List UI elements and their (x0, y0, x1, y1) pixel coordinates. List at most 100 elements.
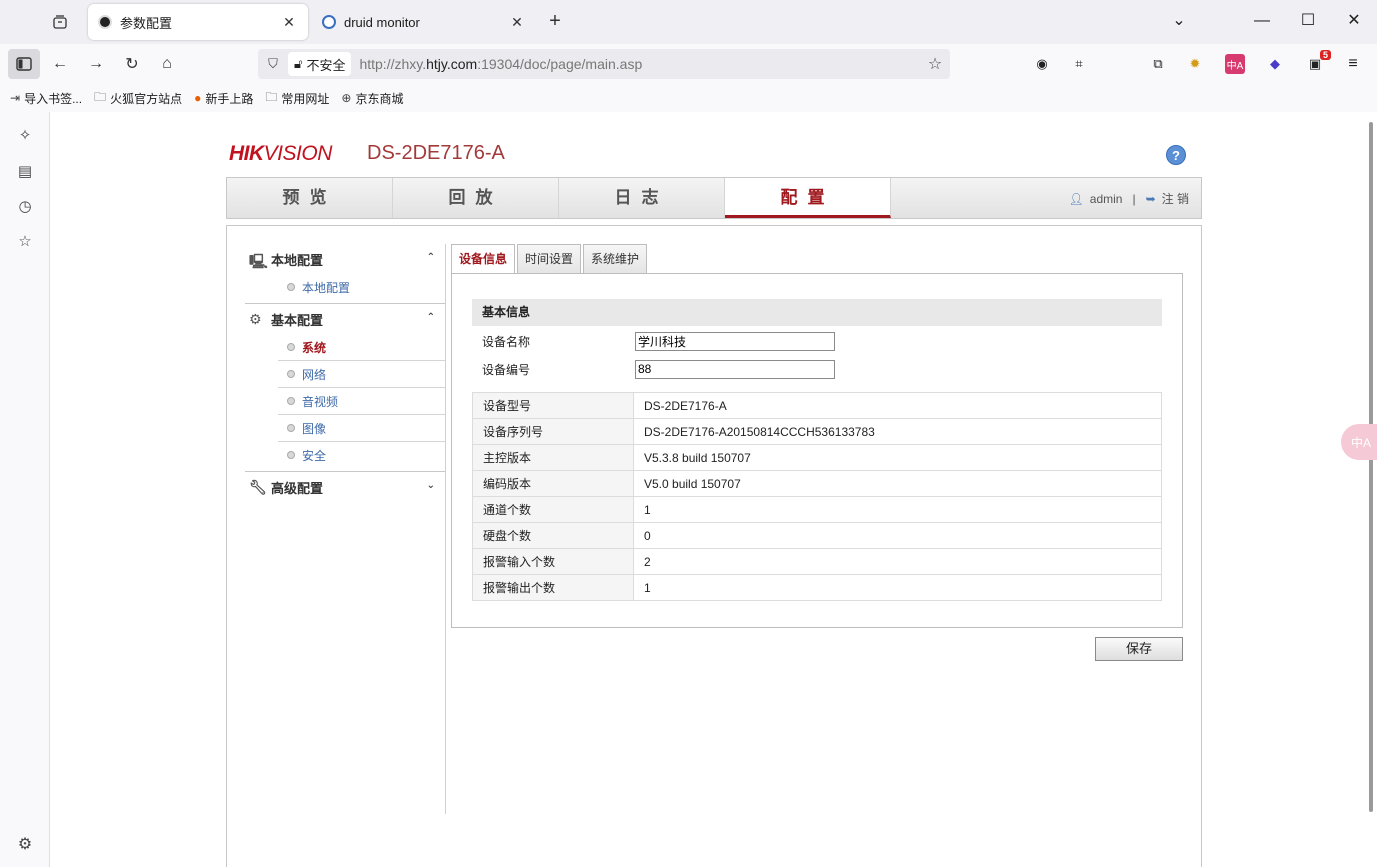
tab-close-icon[interactable]: ✕ (280, 14, 298, 31)
save-button[interactable]: 保存 (1095, 637, 1183, 661)
firefox-icon: ● (194, 91, 202, 105)
collapse-chevron-icon[interactable]: ⌃ (427, 312, 435, 323)
device-no-label: 设备编号 (482, 362, 531, 377)
bookmarks-star-icon[interactable]: ☆ (14, 230, 36, 252)
table-row: 通道个数 1 (472, 496, 1162, 523)
ai-sparkle-icon[interactable]: ✧ (14, 124, 36, 146)
browser-tabbar: 参数配置 ✕ druid monitor ✕ + ⌄ — ☐ ✕ (0, 0, 1377, 44)
druid-favicon-icon (322, 15, 336, 29)
tab-list-chevron-icon[interactable]: ⌄ (1167, 10, 1191, 32)
back-arrow-icon[interactable]: ← (46, 50, 74, 78)
url-text[interactable]: http://zhxy.htjy.com:19304/doc/page/main… (359, 56, 920, 72)
synced-tabs-icon[interactable]: ▤ (14, 160, 36, 182)
globe-icon: ⊕ (341, 91, 352, 105)
device-name-row: 设备名称 (482, 331, 835, 351)
shield-icon[interactable]: ⛉ (258, 56, 288, 72)
camera-favicon-icon (98, 15, 112, 29)
tab-system-maintenance[interactable]: 系统维护 (583, 244, 648, 274)
extension-badge-icon[interactable]: ▣ 5 (1305, 50, 1331, 74)
url-bar[interactable]: ⛉ 🔓︎ 不安全 http://zhxy.htjy.com:19304/doc/… (258, 49, 950, 79)
table-row: 硬盘个数 0 (472, 522, 1162, 549)
tab-title: druid monitor (344, 14, 420, 30)
table-row: 设备序列号 DS-2DE7176-A20150814CCCH536133783 (472, 418, 1162, 445)
bookmark-common-sites[interactable]: 🗀︎ 常用网址 (265, 88, 329, 109)
close-window-button[interactable]: ✕ (1342, 10, 1366, 32)
username: admin (1089, 191, 1123, 206)
tab-config[interactable]: 参数配置 ✕ (88, 4, 308, 40)
tab-device-info[interactable]: 设备信息 (451, 244, 516, 275)
bookmark-jd[interactable]: ⊕ 京东商城 (341, 90, 403, 107)
nav-config[interactable]: 配置 (725, 178, 891, 218)
tab-druid[interactable]: druid monitor ✕ (312, 4, 536, 40)
main-nav: 预览 回放 日志 配置 👤︎ admin | ➥ 注 销 (226, 177, 1202, 219)
device-name-input[interactable] (635, 331, 835, 351)
bookmark-import[interactable]: ⇥ 导入书签... (10, 90, 82, 107)
extensions-puzzle-icon[interactable]: ⧉ (1148, 54, 1168, 74)
page-scrollbar[interactable] (1369, 122, 1373, 812)
config-content: 🖳︎ 本地配置 ⌃ 本地配置 ⚙ 基本配置 ⌃ 系统 网络 音视频 图像 安全 … (226, 225, 1202, 867)
separator: | (1132, 191, 1136, 206)
expand-chevron-icon[interactable]: ⌄ (427, 480, 435, 491)
config-menu: 🖳︎ 本地配置 ⌃ 本地配置 ⚙ 基本配置 ⌃ 系统 网络 音视频 图像 安全 … (245, 244, 446, 814)
bookmark-firefox-site[interactable]: 🗀︎ 火狐官方站点 (94, 88, 182, 109)
bookmark-star-icon[interactable]: ☆ (920, 54, 950, 74)
translate-extension-icon[interactable]: 中A (1225, 54, 1245, 74)
web-page: HIKVISION DS-2DE7176-A ? 预览 回放 日志 配置 👤︎ … (51, 112, 1369, 867)
minimize-button[interactable]: — (1250, 10, 1274, 32)
menu-group-local[interactable]: 🖳︎ 本地配置 ⌃ (245, 244, 445, 274)
extension-count-badge: 5 (1319, 50, 1331, 60)
nav-playback[interactable]: 回放 (393, 178, 559, 218)
nav-log[interactable]: 日志 (559, 178, 725, 218)
device-no-input[interactable] (635, 359, 835, 379)
bookmark-getting-started[interactable]: ● 新手上路 (194, 90, 253, 107)
reload-icon[interactable]: ↻ (118, 50, 146, 78)
device-info-panel: 基本信息 设备名称 设备编号 设备型号DS-2DE7176-A 设备序列号DS-… (451, 273, 1183, 628)
logout-icon: ➥ (1145, 191, 1156, 206)
menu-item-local-config[interactable]: 本地配置 (278, 274, 445, 301)
tab-overview-icon[interactable] (48, 10, 72, 34)
monitor-icon: 🖳︎ (249, 253, 268, 269)
menu-group-advanced[interactable]: 🔧︎ 高级配置 ⌄ (245, 472, 445, 502)
help-icon[interactable]: ? (1166, 145, 1186, 165)
lock-slash-icon: 🔓︎ (294, 56, 303, 71)
extension-diamond-icon[interactable]: ◆ (1265, 54, 1285, 74)
home-icon[interactable]: ⌂ (153, 50, 181, 78)
forward-arrow-icon[interactable]: → (82, 50, 110, 78)
floating-translate-button[interactable]: 中A (1341, 424, 1377, 460)
menu-group-basic[interactable]: ⚙ 基本配置 ⌃ (245, 304, 445, 334)
tab-close-icon[interactable]: ✕ (508, 14, 526, 31)
maximize-button[interactable]: ☐ (1296, 10, 1320, 32)
insecure-label: 不安全 (306, 57, 346, 73)
extension-fox-icon[interactable]: ✹ (1185, 54, 1205, 74)
history-clock-icon[interactable]: ◷ (14, 195, 36, 217)
folder-icon: 🗀︎ (94, 89, 107, 104)
tab-title: 参数配置 (120, 15, 173, 31)
menu-item-network[interactable]: 网络 (278, 361, 445, 388)
settings-gear-icon[interactable]: ⚙ (14, 834, 36, 854)
config-tabs: 设备信息 时间设置 系统维护 (451, 244, 649, 275)
device-name-label: 设备名称 (482, 334, 531, 349)
browser-navbar: ← → ↻ ⌂ ⛉ 🔓︎ 不安全 http://zhxy.htjy.com:19… (0, 44, 1377, 84)
collapse-chevron-icon[interactable]: ⌃ (427, 252, 435, 263)
insecure-badge[interactable]: 🔓︎ 不安全 (288, 52, 352, 76)
menu-item-security[interactable]: 安全 (278, 442, 445, 469)
screenshot-crop-icon[interactable]: ⌗ (1069, 54, 1089, 74)
table-row: 编码版本 V5.0 build 150707 (472, 470, 1162, 497)
user-icon: 👤︎ (1068, 191, 1084, 206)
section-title: 基本信息 (472, 299, 1162, 326)
menu-item-image[interactable]: 图像 (278, 415, 445, 442)
tab-time-settings[interactable]: 时间设置 (517, 244, 582, 274)
table-row: 报警输入个数 2 (472, 548, 1162, 575)
menu-item-system[interactable]: 系统 (278, 334, 445, 361)
table-row: 设备型号 DS-2DE7176-A (472, 392, 1162, 419)
sidebar-toggle-icon[interactable] (8, 49, 40, 79)
logout-link[interactable]: 注 销 (1162, 190, 1189, 207)
menu-item-audio-video[interactable]: 音视频 (278, 388, 445, 415)
menu-hamburger-icon[interactable]: ≡ (1343, 54, 1363, 74)
user-box: 👤︎ admin | ➥ 注 销 (1069, 190, 1189, 207)
nav-preview[interactable]: 预览 (227, 178, 393, 218)
new-tab-button[interactable]: + (544, 10, 566, 32)
account-icon[interactable]: ◉ (1032, 54, 1052, 74)
folder-icon: 🗀︎ (265, 89, 278, 104)
hikvision-logo: HIKVISION (229, 142, 332, 165)
